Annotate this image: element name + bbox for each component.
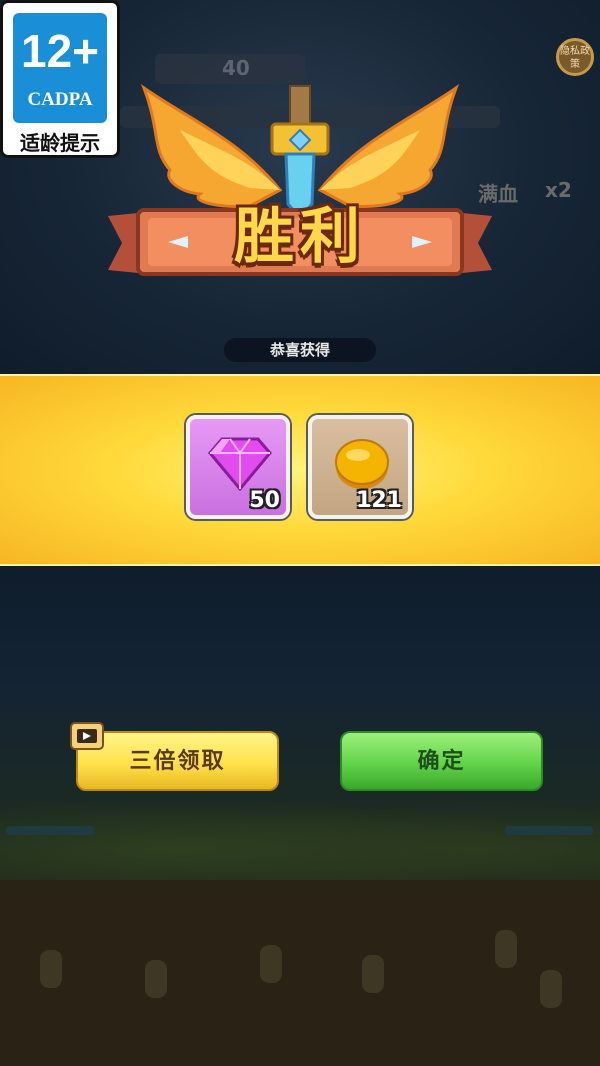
confirm-button[interactable]: 确定 bbox=[340, 731, 543, 791]
coin-count: 121 bbox=[356, 488, 402, 513]
background-ground bbox=[0, 880, 600, 1066]
privacy-policy-button[interactable]: 隐私政策 bbox=[556, 38, 594, 76]
age-rating-badge: 12+ CADPA 适龄提示 bbox=[0, 0, 120, 158]
victory-title: 胜利 bbox=[234, 202, 366, 272]
gem-icon bbox=[208, 437, 272, 491]
soldier-unit bbox=[495, 930, 517, 968]
video-ad-icon bbox=[70, 722, 104, 750]
reward-panel bbox=[0, 374, 600, 566]
soldier-unit bbox=[145, 960, 167, 998]
age-rating-panel: 12+ CADPA bbox=[13, 13, 107, 123]
reward-item-coin: 121 bbox=[308, 415, 412, 519]
age-rating-org: CADPA bbox=[27, 89, 93, 110]
reward-subtitle: 恭喜获得 bbox=[224, 338, 376, 362]
soldier-unit bbox=[540, 970, 562, 1008]
soldier-unit bbox=[260, 945, 282, 983]
soldier-unit bbox=[362, 955, 384, 993]
play-icon bbox=[83, 732, 91, 740]
age-rating-label: 适龄提示 bbox=[20, 131, 100, 155]
soldier-unit bbox=[40, 950, 62, 988]
triple-claim-button[interactable]: 三倍领取 bbox=[76, 731, 279, 791]
background-hills bbox=[0, 790, 600, 890]
player-hp-bar bbox=[6, 826, 94, 835]
enemy-hp-bar bbox=[505, 826, 593, 835]
gem-count: 50 bbox=[249, 488, 280, 513]
age-rating-number: 12+ bbox=[20, 25, 100, 77]
resource-value: 40 bbox=[222, 56, 250, 80]
coin-icon bbox=[335, 439, 389, 489]
reward-item-gem: 50 bbox=[186, 415, 290, 519]
